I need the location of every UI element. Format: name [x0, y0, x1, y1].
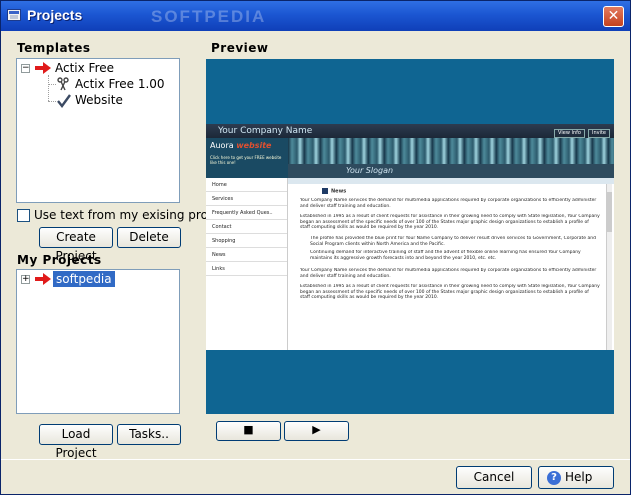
tasks-button[interactable]: Tasks..: [117, 424, 181, 445]
site-scrollbar: [606, 184, 612, 350]
expand-icon[interactable]: −: [21, 64, 30, 73]
site-nav-item: Contact: [206, 220, 287, 234]
site-header-link: Invite: [587, 129, 610, 138]
templates-label: Templates: [17, 41, 91, 55]
close-icon: ✕: [607, 8, 620, 24]
tree-connector: [48, 84, 56, 85]
site-brand: Auora website Click here to get your FRE…: [206, 138, 288, 178]
play-icon: ▶: [312, 423, 321, 436]
red-arrow-icon: [35, 273, 51, 285]
tree-connector: [48, 101, 56, 102]
site-paragraph: The profile has provided the blue print …: [310, 236, 596, 247]
site-header: Your Company Name View Info Invite: [206, 124, 614, 138]
site-nav-item: Shopping: [206, 234, 287, 248]
projects-window: Projects SOFTPEDIA ✕ Templates − Actix F…: [0, 0, 631, 495]
site-company-name: Your Company Name: [218, 126, 313, 136]
templates-tree[interactable]: − Actix Free Actix Free 1.00 Website: [16, 58, 180, 203]
help-label: Help: [565, 470, 593, 484]
site-nav: Home Services Frequently Asked Ques.. Co…: [206, 178, 288, 350]
preview-label: Preview: [211, 41, 269, 55]
site-nav-item: Services: [206, 192, 287, 206]
use-existing-label: Use text from my exising project: [34, 208, 230, 222]
stop-button[interactable]: ■: [216, 421, 281, 441]
site-content: News Your Company Name services the dema…: [288, 178, 614, 350]
title-bar[interactable]: Projects SOFTPEDIA ✕: [1, 1, 630, 31]
site-paragraph: Continuing demand for interactive traini…: [310, 250, 581, 261]
watermark-logo: SOFTPEDIA: [151, 7, 267, 26]
tree-item-website[interactable]: Website: [75, 92, 123, 108]
site-paragraph: Your Company Name services the demand fo…: [300, 268, 597, 279]
tree-item-softpedia[interactable]: softpedia: [53, 271, 115, 287]
site-brand-accent: website: [236, 141, 272, 150]
site-nav-item: Frequently Asked Ques..: [206, 206, 287, 220]
site-slogan: Your Slogan: [288, 164, 614, 178]
my-projects-tree[interactable]: + softpedia: [16, 269, 180, 414]
tree-item-actix-free-100[interactable]: Actix Free 1.00: [75, 76, 165, 92]
site-paragraph: Established in 1995 as a result of clien…: [300, 214, 600, 230]
site-nav-item: Home: [206, 178, 287, 192]
delete-button[interactable]: Delete: [117, 227, 181, 248]
close-button[interactable]: ✕: [603, 6, 624, 27]
site-header-link: View Info: [554, 129, 585, 138]
checkmark-icon: [57, 94, 71, 108]
window-app-icon: [7, 9, 21, 21]
preview-pane[interactable]: Your Company Name View Info Invite Auora …: [206, 59, 614, 414]
website-preview: Your Company Name View Info Invite Auora …: [206, 124, 614, 350]
site-nav-item: News: [206, 248, 287, 262]
scissors-icon: [57, 77, 69, 91]
stop-icon: ■: [243, 423, 254, 436]
footer-divider: [1, 459, 630, 460]
create-project-button[interactable]: Create Project: [39, 227, 113, 263]
use-existing-checkbox[interactable]: [17, 209, 30, 222]
tree-item-actix-free[interactable]: Actix Free: [55, 60, 114, 76]
site-nav-item: Links: [206, 262, 287, 276]
expand-icon[interactable]: +: [21, 275, 30, 284]
my-projects-label: My Projects: [17, 253, 102, 267]
window-title: Projects: [27, 7, 83, 23]
site-paragraph: Established in 1995 as a result of clien…: [300, 284, 600, 300]
help-button[interactable]: ? Help: [538, 466, 614, 489]
site-paragraph: Your Company Name services the demand fo…: [300, 198, 597, 209]
load-project-button[interactable]: Load Project: [39, 424, 113, 460]
help-icon: ?: [547, 471, 561, 485]
cancel-button[interactable]: Cancel: [456, 466, 532, 489]
site-brand-name: Auora: [210, 141, 234, 150]
play-button[interactable]: ▶: [284, 421, 349, 441]
site-brand-sub: Click here to get your FREE website like…: [210, 155, 282, 165]
tree-connector: [48, 75, 49, 101]
site-news-tag: News: [322, 188, 346, 195]
red-arrow-icon: [35, 62, 51, 74]
